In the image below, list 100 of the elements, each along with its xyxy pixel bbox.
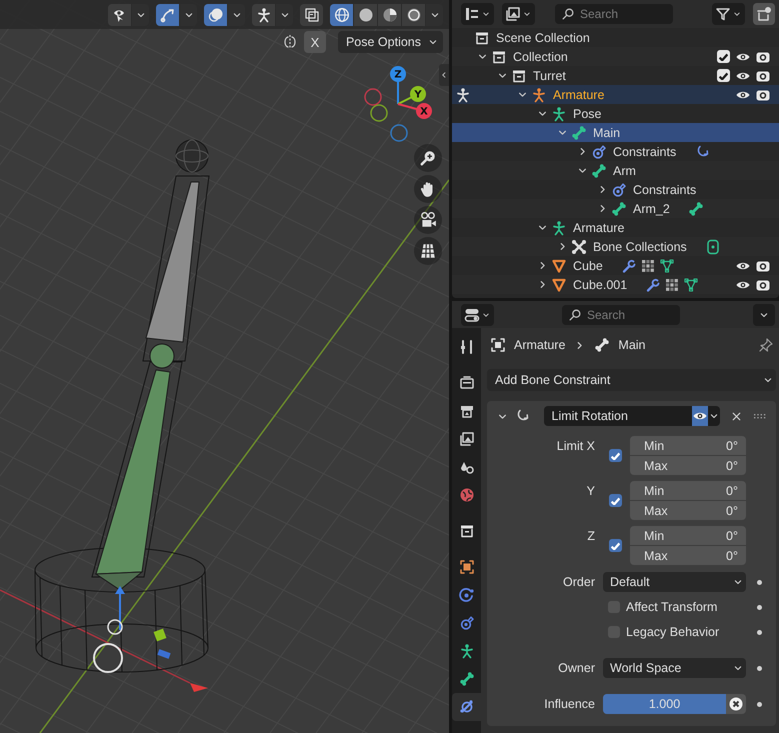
row-label: Cube.001 (573, 278, 628, 292)
ring-icon (591, 144, 607, 160)
new-collection-button[interactable] (753, 3, 775, 25)
influence-slider[interactable]: 1.000 (603, 694, 726, 714)
search-field[interactable]: Search (555, 4, 673, 24)
navigation-button[interactable] (414, 206, 442, 234)
number-field[interactable]: Min 0° (630, 481, 746, 500)
axis-handle[interactable]: X (398, 103, 432, 119)
constraint-name-field[interactable]: Limit Rotation (544, 406, 692, 426)
mirror-icon (282, 34, 298, 50)
wrench-icon (620, 258, 637, 274)
printer-icon (458, 403, 474, 419)
dropdown-button[interactable] (180, 4, 197, 26)
shading-button[interactable] (354, 4, 377, 26)
checkbox[interactable] (609, 449, 622, 462)
dropdown-button[interactable] (708, 406, 720, 426)
pose-options-dropdown[interactable]: Pose Options (338, 31, 443, 53)
editor-type-button[interactable] (461, 3, 494, 25)
images-icon (505, 6, 521, 22)
toggle-button[interactable] (108, 4, 131, 26)
figure-icon (458, 643, 474, 659)
row-label: Arm_2 (633, 202, 670, 216)
box-icon (474, 30, 490, 46)
wrench-icon (645, 276, 662, 292)
axis-handle[interactable]: Y (398, 86, 426, 105)
add-constraint-dropdown[interactable]: Add Bone Constraint (487, 369, 776, 391)
checkbox[interactable] (609, 494, 622, 507)
number-field[interactable]: Max 0° (630, 501, 746, 520)
bone-icon (611, 200, 627, 216)
checkmark-icon (611, 496, 620, 504)
axis-handle[interactable] (390, 124, 408, 142)
search-field[interactable]: Search (562, 304, 680, 324)
checkbox[interactable] (716, 69, 730, 82)
box-icon (511, 68, 527, 84)
limit-label: Z (586, 528, 595, 545)
axis-handle[interactable] (364, 88, 382, 106)
checkbox-label: Affect Transform (626, 600, 718, 614)
sidebar-toggle[interactable] (439, 64, 449, 86)
tag-icon (704, 238, 721, 254)
tool-icon (458, 339, 474, 355)
property-label: Influence (543, 696, 595, 713)
vertex-triangle-icon (658, 258, 675, 274)
outliner-row[interactable]: Main (452, 123, 779, 142)
pin-icon (758, 337, 774, 353)
shading-button[interactable] (402, 4, 425, 26)
owner-space-dropdown[interactable]: World Space (603, 658, 746, 678)
figure-icon (455, 86, 471, 102)
checkbox[interactable] (609, 539, 622, 552)
clear-button[interactable] (726, 694, 746, 714)
navigation-button[interactable] (414, 144, 442, 172)
bone-icon (571, 124, 587, 140)
transform-gizmo[interactable] (93, 586, 171, 673)
overlay-circles-icon (208, 6, 224, 22)
number-field[interactable]: Min 0° (630, 436, 746, 455)
camera-icon (419, 211, 437, 229)
checkbox[interactable] (716, 50, 730, 63)
row-label: Main (593, 126, 620, 140)
editor-type-button[interactable] (461, 304, 494, 326)
dropdown-button[interactable] (132, 4, 149, 26)
dropdown-button[interactable] (276, 4, 293, 26)
dropdown-button[interactable] (426, 4, 443, 26)
toggle-button[interactable] (252, 4, 275, 26)
order-dropdown[interactable]: Default (603, 572, 746, 592)
axis-handle[interactable]: Z (390, 66, 406, 104)
number-field[interactable]: Min 0° (630, 526, 746, 545)
enable-toggle[interactable] (692, 406, 708, 426)
row-label: Bone Collections (593, 240, 687, 254)
display-mode-button[interactable] (502, 3, 535, 25)
figure-icon (551, 106, 567, 122)
toggle-button[interactable] (156, 4, 179, 26)
axis-handle[interactable] (370, 104, 388, 122)
search-icon (568, 308, 582, 322)
mirror-x-toggle[interactable]: X (304, 31, 326, 53)
outliner-row[interactable]: Armature (452, 85, 779, 104)
glass-sphere-icon (406, 6, 422, 22)
close-icon (730, 410, 744, 422)
dropdown-button[interactable] (228, 4, 245, 26)
filter-button[interactable] (712, 3, 745, 25)
row-label: Collection (513, 50, 568, 64)
grid-icon (419, 242, 437, 260)
keyframe-dot[interactable] (757, 605, 762, 610)
toggle-button[interactable] (204, 4, 227, 26)
sphere-icon (358, 6, 374, 22)
checkmark-icon (718, 52, 728, 60)
shading-button[interactable] (330, 4, 353, 26)
number-field[interactable]: Max 0° (630, 546, 746, 565)
shading-button[interactable] (378, 4, 401, 26)
vertex-triangle-icon (683, 276, 700, 292)
box-icon (458, 523, 474, 539)
toggle-switches-icon (464, 306, 480, 322)
breadcrumb-label: Armature (514, 338, 566, 352)
xray-button[interactable] (300, 4, 323, 26)
row-label: Arm (613, 164, 636, 178)
number-field[interactable]: Max 0° (630, 456, 746, 475)
keyframe-dot[interactable] (757, 580, 762, 585)
keyframe-dot[interactable] (757, 702, 762, 707)
keyframe-dot[interactable] (757, 666, 762, 671)
navigation-button[interactable] (414, 175, 442, 203)
navigation-button[interactable] (414, 237, 442, 265)
keyframe-dot[interactable] (757, 630, 762, 635)
